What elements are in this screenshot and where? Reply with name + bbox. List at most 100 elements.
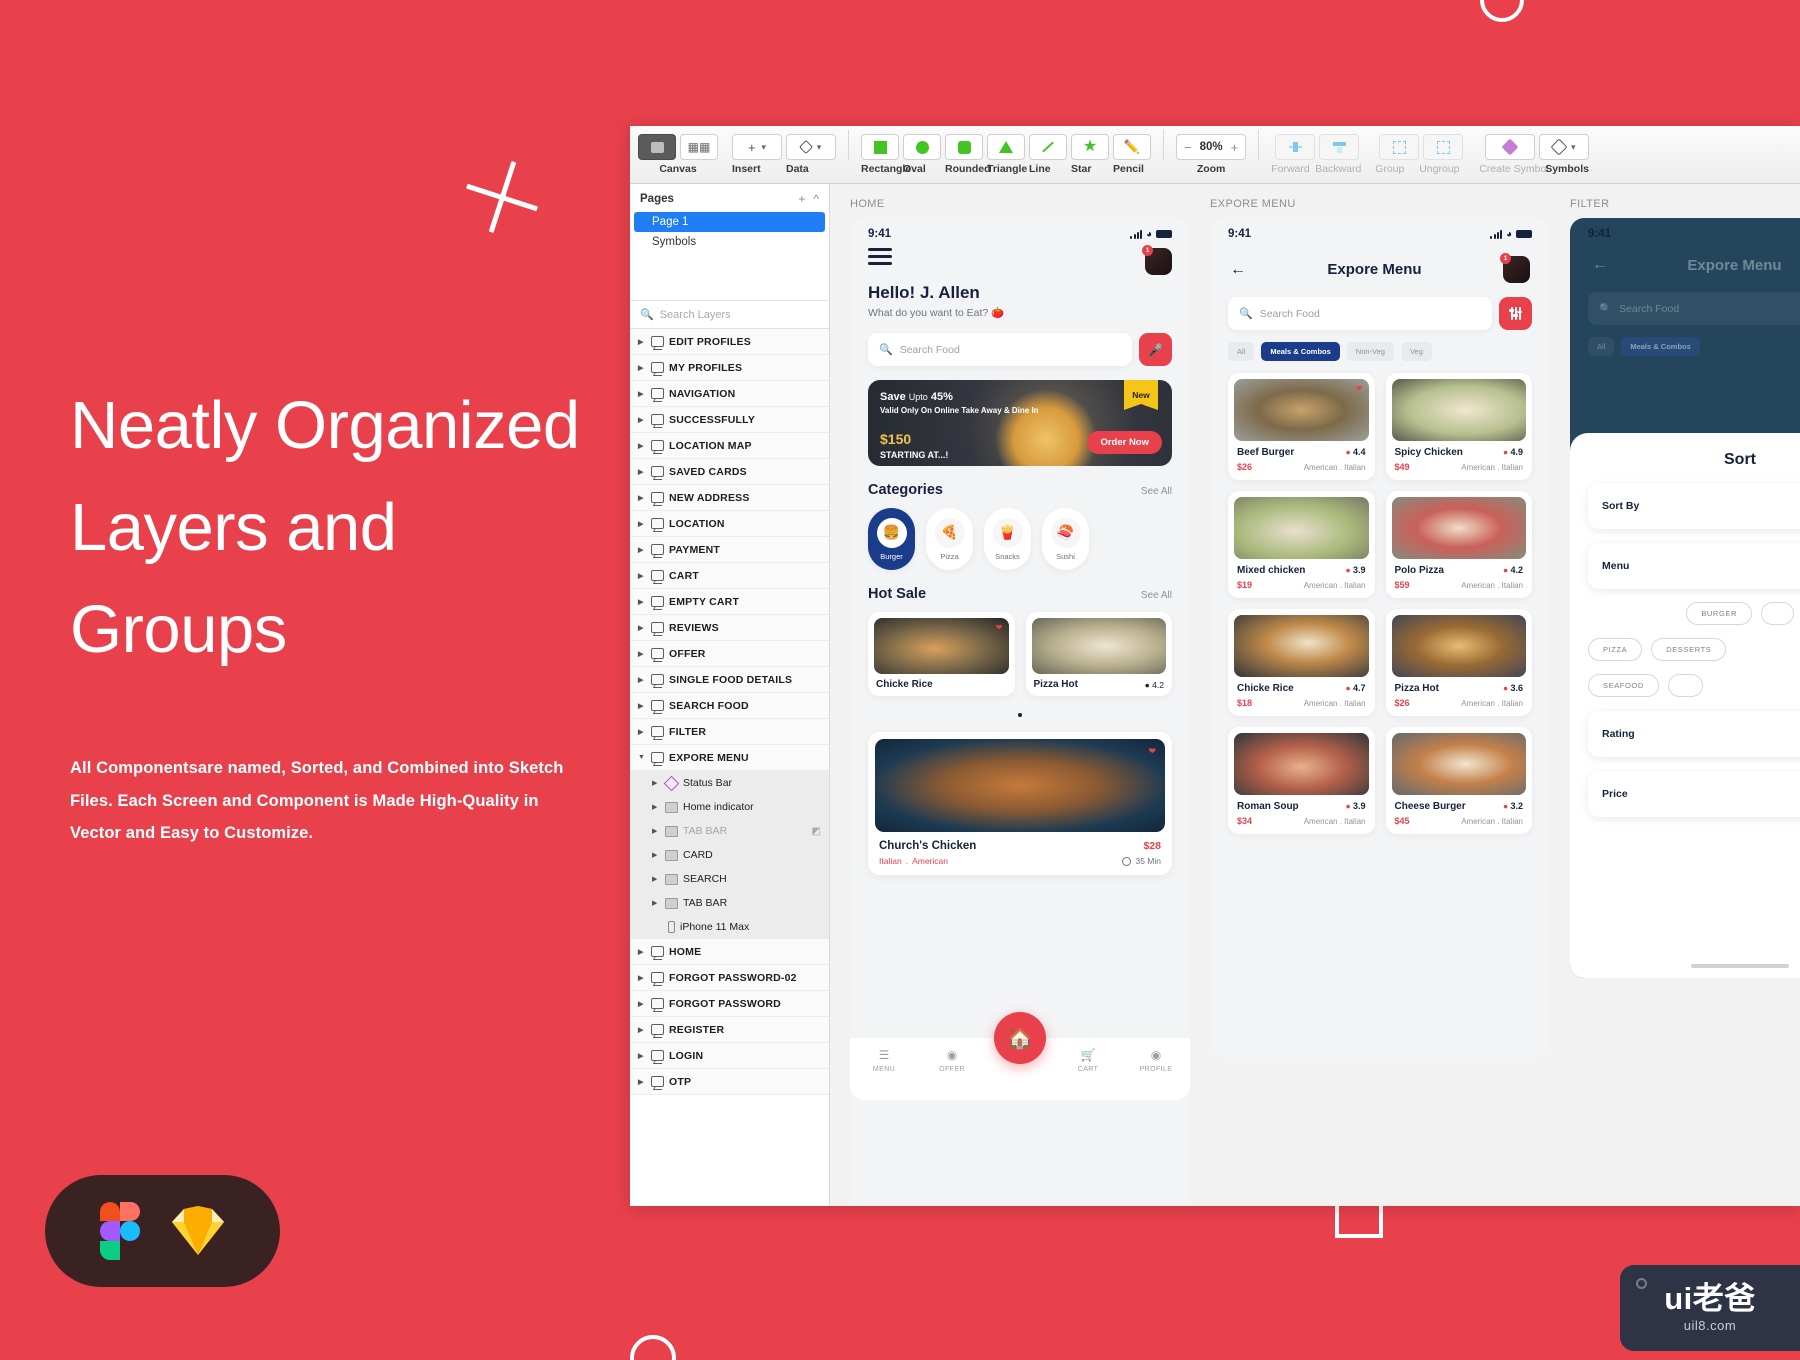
promo-banner[interactable]: Save Upto 45% Valid Only On Online Take …: [868, 380, 1172, 466]
triangle-icon[interactable]: [987, 134, 1025, 160]
toolbar-group-group[interactable]: Group Ungroup: [1375, 134, 1467, 175]
caret-right-icon[interactable]: ▶: [652, 875, 660, 883]
caret-right-icon[interactable]: ▶: [638, 572, 646, 580]
food-card[interactable]: Spicy Chicken ● 4.9 $49 American . Italian: [1385, 373, 1532, 480]
food-card[interactable]: Cheese Burger ● 3.2 $45 American . Italian: [1385, 727, 1532, 834]
tab-menu[interactable]: ☰ MENU: [862, 1048, 906, 1073]
toolbar-arrange-group[interactable]: Forward Backward: [1271, 134, 1363, 175]
sort-by-field[interactable]: Sort By: [1588, 483, 1800, 529]
layer-row-tab-bar[interactable]: ▶ TAB BAR: [630, 891, 829, 915]
home-tab-bar[interactable]: 🏠 ☰ MENU ◉ OFFER 🛒 CART ◉ PROFILE: [850, 1012, 1190, 1100]
caret-right-icon[interactable]: ▶: [638, 974, 646, 982]
data-icon[interactable]: ▾: [786, 134, 836, 160]
caret-right-icon[interactable]: ▶: [638, 364, 646, 372]
heart-icon[interactable]: ❤: [1356, 384, 1363, 393]
explore-search-bar[interactable]: 🔍 Search Food: [1228, 297, 1532, 330]
plus-icon[interactable]: + ▾: [732, 134, 782, 160]
pill-row-3[interactable]: SEAFOOD: [1588, 674, 1800, 697]
price-field[interactable]: Price: [1588, 771, 1800, 817]
layer-row-login[interactable]: ▶ LOGIN: [630, 1043, 829, 1069]
caret-right-icon[interactable]: ▶: [638, 338, 646, 346]
artboard-home[interactable]: 9:41 ◕ 1 Hello! J. Allen What do you wan…: [850, 218, 1190, 1206]
canvas-icon[interactable]: [638, 134, 676, 160]
page-item-symbols[interactable]: Symbols: [630, 232, 829, 252]
voice-search-icon[interactable]: 🎤: [1139, 333, 1172, 366]
grid-icon[interactable]: ▦▦: [680, 134, 718, 160]
layer-row-navigation[interactable]: ▶ NAVIGATION: [630, 381, 829, 407]
categories-see-all[interactable]: See All: [1141, 486, 1172, 497]
layer-row-iphone-11-max[interactable]: iPhone 11 Max: [630, 915, 829, 939]
layer-row-search-food[interactable]: ▶ SEARCH FOOD: [630, 693, 829, 719]
artboard-explore-menu[interactable]: 9:41 ◕ ← Expore Menu 1 🔍 Search Food All…: [1210, 218, 1550, 1058]
rating-field[interactable]: Rating: [1588, 711, 1800, 757]
toolbar-zoom-group[interactable]: − 80% + Zoom: [1176, 134, 1247, 175]
page-item-page-1[interactable]: Page 1: [634, 212, 825, 232]
heart-icon[interactable]: ❤: [1148, 746, 1156, 757]
layer-row-my-profiles[interactable]: ▶ MY PROFILES: [630, 355, 829, 381]
rectangle-icon[interactable]: [861, 134, 899, 160]
caret-right-icon[interactable]: ▶: [652, 899, 660, 907]
caret-right-icon[interactable]: ▶: [638, 468, 646, 476]
layer-row-empty-cart[interactable]: ▶ EMPTY CART: [630, 589, 829, 615]
back-arrow-icon[interactable]: ←: [1230, 261, 1246, 279]
layer-list[interactable]: ▶ EDIT PROFILES ▶ MY PROFILES ▶ NAVIGATION ▶ SU…: [630, 329, 829, 1206]
order-now-button[interactable]: Order Now: [1087, 431, 1162, 454]
explore-filter-chips[interactable]: All Meals & Combos Non-Veg Veg: [1228, 342, 1532, 361]
chip-all[interactable]: All: [1228, 342, 1255, 361]
pill-extra-1[interactable]: [1761, 602, 1794, 625]
zoom-in-button[interactable]: +: [1231, 140, 1239, 155]
layer-row-expore-menu[interactable]: ▼ EXPORE MENU: [630, 745, 829, 771]
hamburger-menu-icon[interactable]: [868, 248, 892, 269]
caret-right-icon[interactable]: ▶: [638, 650, 646, 658]
eye-off-icon[interactable]: ◩: [812, 826, 821, 837]
layer-row-status-bar[interactable]: ▶ Status Bar: [630, 771, 829, 795]
caret-right-icon[interactable]: ▶: [638, 702, 646, 710]
layer-row-register[interactable]: ▶ REGISTER: [630, 1017, 829, 1043]
group-icon[interactable]: [1379, 134, 1420, 160]
caret-right-icon[interactable]: ▶: [638, 442, 646, 450]
layer-row-payment[interactable]: ▶ PAYMENT: [630, 537, 829, 563]
pill-burger[interactable]: BURGER: [1686, 602, 1752, 625]
layer-row-home[interactable]: ▶ HOME: [630, 939, 829, 965]
add-page-icon[interactable]: +: [798, 192, 805, 206]
food-card[interactable]: Polo Pizza ● 4.2 $59 American . Italian: [1385, 491, 1532, 598]
pill-extra-2[interactable]: [1667, 674, 1704, 697]
layer-row-home-indicator[interactable]: ▶ Home indicator: [630, 795, 829, 819]
layer-row-tab-bar[interactable]: ▶ TAB BAR ◩: [630, 819, 829, 843]
heart-icon[interactable]: ❤: [996, 623, 1003, 632]
caret-right-icon[interactable]: ▶: [638, 494, 646, 502]
pencil-icon[interactable]: ✏️: [1113, 134, 1151, 160]
oval-icon[interactable]: [903, 134, 941, 160]
layer-row-successfully[interactable]: ▶ SUCCESSFULLY: [630, 407, 829, 433]
food-card[interactable]: Chicke Rice ● 4.7 $18 American . Italian: [1228, 609, 1375, 716]
layer-row-forgot-password[interactable]: ▶ FORGOT PASSWORD: [630, 991, 829, 1017]
hot-sale-row[interactable]: ❤ Chicke Rice Pizza Hot ● 4.2: [868, 612, 1172, 696]
explore-food-grid[interactable]: ❤ Beef Burger ● 4.4 $26 American . Italian Sp…: [1228, 373, 1532, 834]
caret-right-icon[interactable]: ▶: [638, 728, 646, 736]
menu-field[interactable]: Menu: [1588, 543, 1800, 589]
send-backward-icon[interactable]: [1319, 134, 1360, 160]
caret-right-icon[interactable]: ▶: [638, 390, 646, 398]
create-symbol-icon[interactable]: [1485, 134, 1536, 160]
layer-row-location-map[interactable]: ▶ LOCATION MAP: [630, 433, 829, 459]
caret-right-icon[interactable]: ▶: [638, 676, 646, 684]
rounded-rect-icon[interactable]: [945, 134, 983, 160]
pill-pizza[interactable]: PIZZA: [1588, 638, 1643, 661]
caret-right-icon[interactable]: ▶: [638, 1000, 646, 1008]
toolbar-insert-group[interactable]: + ▾ ▾ Insert Data: [732, 134, 836, 175]
layer-row-otp[interactable]: ▶ OTP: [630, 1069, 829, 1095]
category-sushi[interactable]: 🍣 Sushi: [1042, 508, 1089, 570]
caret-right-icon[interactable]: ▶: [652, 803, 660, 811]
layer-row-cart[interactable]: ▶ CART: [630, 563, 829, 589]
food-card[interactable]: Mixed chicken ● 3.9 $19 American . Italian: [1228, 491, 1375, 598]
pill-row-1[interactable]: BURGER: [1588, 602, 1800, 625]
caret-down-icon[interactable]: ▼: [638, 754, 646, 761]
back-arrow-icon[interactable]: ←: [1592, 256, 1608, 274]
chevron-up-icon[interactable]: ^: [813, 192, 819, 206]
layer-row-single-food-details[interactable]: ▶ SINGLE FOOD DETAILS: [630, 667, 829, 693]
food-card[interactable]: ❤ Beef Burger ● 4.4 $26 American . Italian: [1228, 373, 1375, 480]
layer-row-filter[interactable]: ▶ FILTER: [630, 719, 829, 745]
layer-row-location[interactable]: ▶ LOCATION: [630, 511, 829, 537]
chip-veg[interactable]: Veg: [1400, 342, 1432, 361]
tab-profile[interactable]: ◉ PROFILE: [1134, 1048, 1178, 1073]
